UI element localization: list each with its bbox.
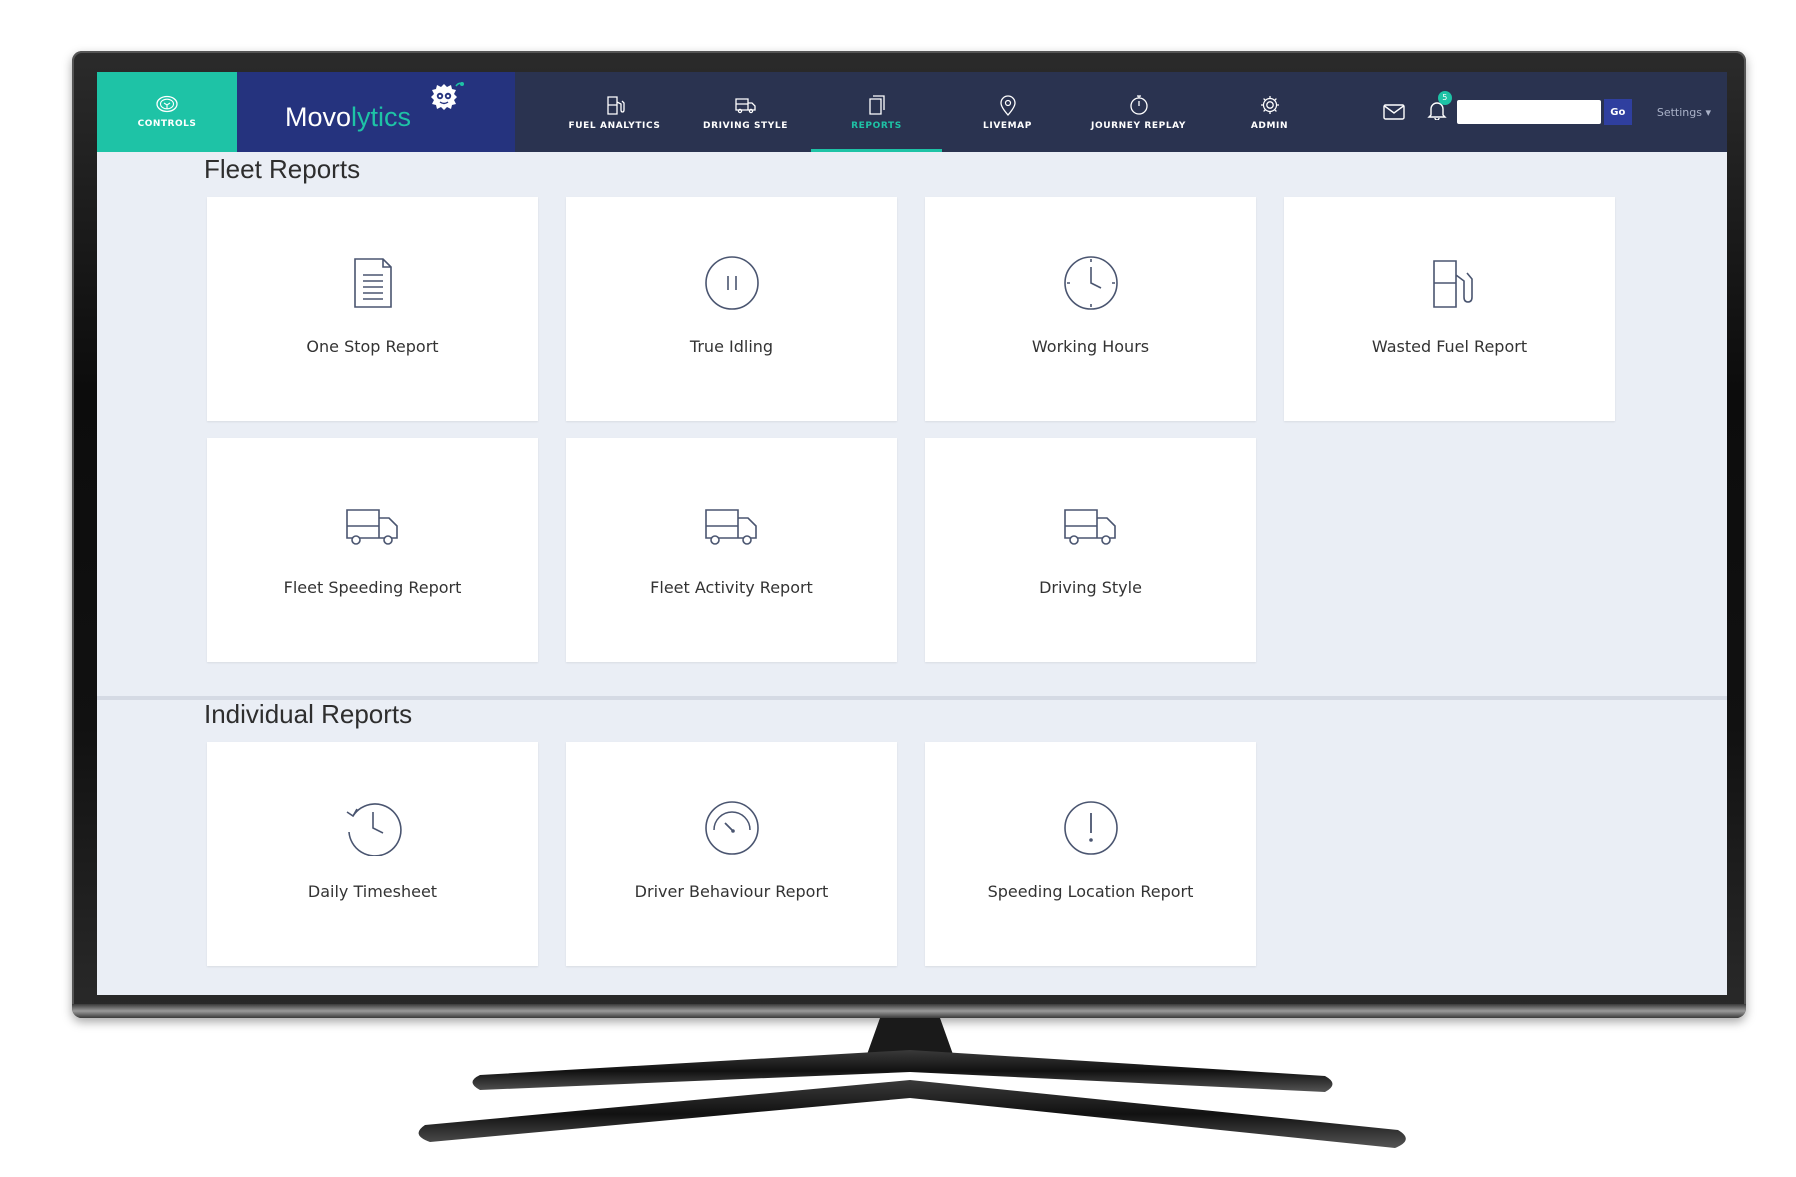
brand-logo[interactable]: Movolytics xyxy=(237,72,515,152)
card-label: Driving Style xyxy=(1039,578,1142,597)
nav-label: ADMIN xyxy=(1250,120,1289,131)
caret-down-icon: ▾ xyxy=(1705,105,1711,119)
individual-reports-title: Individual Reports xyxy=(204,699,413,729)
card-label: Fleet Activity Report xyxy=(650,578,813,597)
app-screen: CONTROLS Movolytics FUEL ANALYTICS DRIVI… xyxy=(97,72,1727,995)
card-driving-style[interactable]: Driving Style xyxy=(925,438,1256,662)
settings-dropdown[interactable]: Settings ▾ xyxy=(1657,106,1711,119)
nav-right-tools: 5 Go Settings ▾ xyxy=(1383,72,1727,152)
document-icon xyxy=(353,258,392,308)
robot-mascot-icon xyxy=(431,82,464,110)
nav-label: DRIVING STYLE xyxy=(703,120,788,131)
notification-badge: 5 xyxy=(1437,91,1452,105)
fuel-pump-icon xyxy=(606,95,625,115)
nav-driving-style[interactable]: DRIVING STYLE xyxy=(680,72,811,152)
truck-icon xyxy=(345,509,398,545)
card-label: Wasted Fuel Report xyxy=(1371,337,1528,356)
history-clock-icon xyxy=(346,803,402,856)
truck-icon xyxy=(734,97,756,113)
card-daily-timesheet[interactable]: Daily Timesheet xyxy=(207,742,538,966)
fleet-reports-title: Fleet Reports xyxy=(204,154,361,184)
nav-label: JOURNEY REPLAY xyxy=(1091,120,1186,131)
card-fleet-speeding-report[interactable]: Fleet Speeding Report xyxy=(207,438,538,662)
card-label: Speeding Location Report xyxy=(987,882,1194,901)
notifications-button[interactable]: 5 xyxy=(1427,91,1452,124)
card-label: Working Hours xyxy=(1031,337,1150,356)
steering-wheel-icon xyxy=(156,95,178,113)
pause-icon xyxy=(704,256,759,310)
card-working-hours[interactable]: Working Hours xyxy=(925,197,1256,421)
card-wasted-fuel-report[interactable]: Wasted Fuel Report xyxy=(1284,197,1615,421)
nav-reports[interactable]: REPORTS xyxy=(811,72,942,152)
nav-journey-replay[interactable]: JOURNEY REPLAY xyxy=(1073,72,1204,152)
card-label: One Stop Report xyxy=(306,337,439,356)
nav-admin[interactable]: ADMIN xyxy=(1204,72,1335,152)
truck-icon xyxy=(704,509,757,545)
nav-label: REPORTS xyxy=(851,120,902,131)
mail-icon[interactable] xyxy=(1383,104,1405,120)
nav-label: LIVEMAP xyxy=(983,120,1032,131)
stopwatch-icon xyxy=(1129,94,1148,115)
alert-icon xyxy=(1063,801,1118,855)
nav-fuel-analytics[interactable]: FUEL ANALYTICS xyxy=(549,72,680,152)
top-navbar: CONTROLS Movolytics FUEL ANALYTICS DRIVI… xyxy=(97,72,1727,152)
clock-icon xyxy=(1063,256,1118,310)
card-label: Daily Timesheet xyxy=(307,882,438,901)
controls-button[interactable]: CONTROLS xyxy=(97,72,237,152)
card-driver-behaviour-report[interactable]: Driver Behaviour Report xyxy=(566,742,897,966)
gear-icon xyxy=(1260,95,1279,114)
card-label: True Idling xyxy=(689,337,774,356)
card-fleet-activity-report[interactable]: Fleet Activity Report xyxy=(566,438,897,662)
go-button[interactable]: Go xyxy=(1603,99,1632,125)
fuel-pump-icon xyxy=(1432,260,1473,308)
speedometer-icon xyxy=(704,801,759,855)
brand-name: Movolytics xyxy=(285,101,412,132)
truck-icon xyxy=(1063,509,1116,545)
card-label: Driver Behaviour Report xyxy=(634,882,829,901)
nav-label: FUEL ANALYTICS xyxy=(568,120,661,131)
card-speeding-location-report[interactable]: Speeding Location Report xyxy=(925,742,1256,966)
map-pin-icon xyxy=(999,94,1016,116)
nav-menu: FUEL ANALYTICS DRIVING STYLE REPORTS LIV… xyxy=(549,72,1335,152)
reports-icon xyxy=(868,94,885,115)
card-one-stop-report[interactable]: One Stop Report xyxy=(207,197,538,421)
card-label: Fleet Speeding Report xyxy=(283,578,462,597)
nav-livemap[interactable]: LIVEMAP xyxy=(942,72,1073,152)
card-true-idling[interactable]: True Idling xyxy=(566,197,897,421)
search-input[interactable] xyxy=(1456,100,1601,124)
controls-label: CONTROLS xyxy=(137,119,197,129)
